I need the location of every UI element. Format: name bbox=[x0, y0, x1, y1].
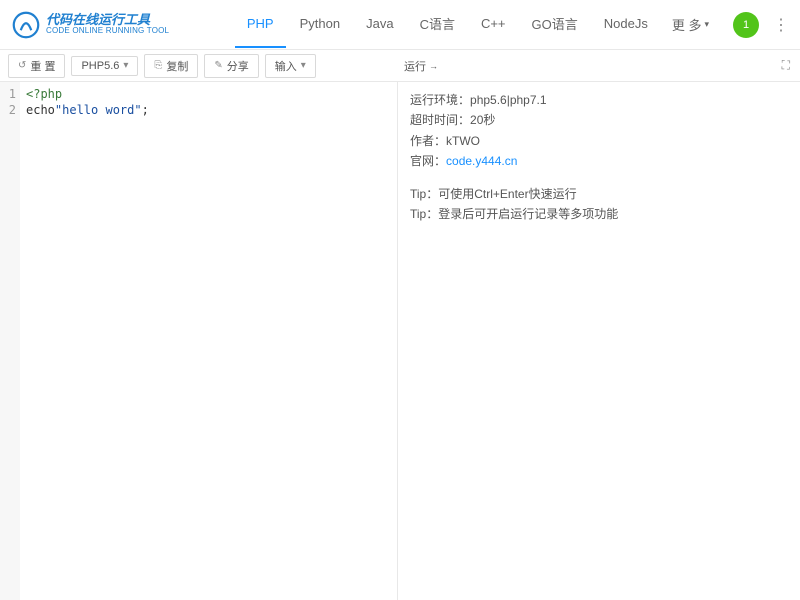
nav-tabs: PHP Python Java C语言 C++ GO语言 NodeJs 更 多▾… bbox=[235, 0, 788, 50]
header: 代码在线运行工具 CODE ONLINE RUNNING TOOL PHP Py… bbox=[0, 0, 800, 50]
chevron-down-icon: ▾ bbox=[301, 60, 306, 71]
output-env: 运行环境：php5.6|php7.1 bbox=[410, 90, 788, 110]
output-author: 作者：kTWO bbox=[410, 131, 788, 151]
copy-button[interactable]: ⎘复制 bbox=[144, 54, 198, 78]
chevron-down-icon: ▾ bbox=[704, 19, 709, 30]
more-menu-icon[interactable]: ⋮ bbox=[773, 15, 788, 35]
main: 12 <?php echo"hello word"; 运行环境：php5.6|p… bbox=[0, 82, 800, 600]
output-tip1: Tip：可使用Ctrl+Enter快速运行 bbox=[410, 184, 788, 204]
input-select[interactable]: 输入▾ bbox=[265, 54, 316, 78]
tab-java[interactable]: Java bbox=[354, 1, 405, 48]
chevron-down-icon: ▾ bbox=[123, 60, 128, 71]
nav-more[interactable]: 更 多▾ bbox=[662, 15, 719, 34]
reset-icon: ↺ bbox=[18, 60, 26, 71]
tab-nodejs[interactable]: NodeJs bbox=[592, 1, 660, 48]
line-gutter: 12 bbox=[0, 82, 20, 600]
logo-title-en: CODE ONLINE RUNNING TOOL bbox=[46, 27, 169, 36]
tab-php[interactable]: PHP bbox=[235, 1, 286, 48]
logo-text: 代码在线运行工具 CODE ONLINE RUNNING TOOL bbox=[46, 13, 169, 36]
share-icon: ✎ bbox=[214, 60, 222, 71]
tab-go[interactable]: GO语言 bbox=[520, 0, 590, 50]
tab-cpp[interactable]: C++ bbox=[469, 1, 518, 48]
version-select[interactable]: PHP5.6▾ bbox=[71, 56, 138, 76]
tab-python[interactable]: Python bbox=[288, 1, 352, 48]
output-tip2: Tip：登录后可开启运行记录等多项功能 bbox=[410, 204, 788, 224]
output-panel: 运行环境：php5.6|php7.1 超时时间：20秒 作者：kTWO 官网：c… bbox=[398, 82, 800, 600]
output-site: 官网：code.y444.cn bbox=[410, 151, 788, 171]
toolbar: ↺重 置 PHP5.6▾ ⎘复制 ✎分享 输入▾ 运行→ ⛶ bbox=[0, 50, 800, 82]
logo-title-cn: 代码在线运行工具 bbox=[46, 13, 169, 27]
run-button[interactable]: 运行→ bbox=[404, 58, 438, 74]
copy-icon: ⎘ bbox=[154, 60, 162, 71]
site-link[interactable]: code.y444.cn bbox=[446, 154, 517, 168]
logo[interactable]: 代码在线运行工具 CODE ONLINE RUNNING TOOL bbox=[12, 11, 169, 39]
tab-c[interactable]: C语言 bbox=[408, 0, 467, 50]
code-editor[interactable]: 12 <?php echo"hello word"; bbox=[0, 82, 398, 600]
reset-button[interactable]: ↺重 置 bbox=[8, 54, 65, 78]
logo-icon bbox=[12, 11, 40, 39]
avatar[interactable]: 1 bbox=[733, 12, 759, 38]
share-button[interactable]: ✎分享 bbox=[204, 54, 258, 78]
output-timeout: 超时时间：20秒 bbox=[410, 110, 788, 130]
fullscreen-icon[interactable]: ⛶ bbox=[782, 58, 790, 73]
code-area[interactable]: <?php echo"hello word"; bbox=[20, 82, 397, 600]
